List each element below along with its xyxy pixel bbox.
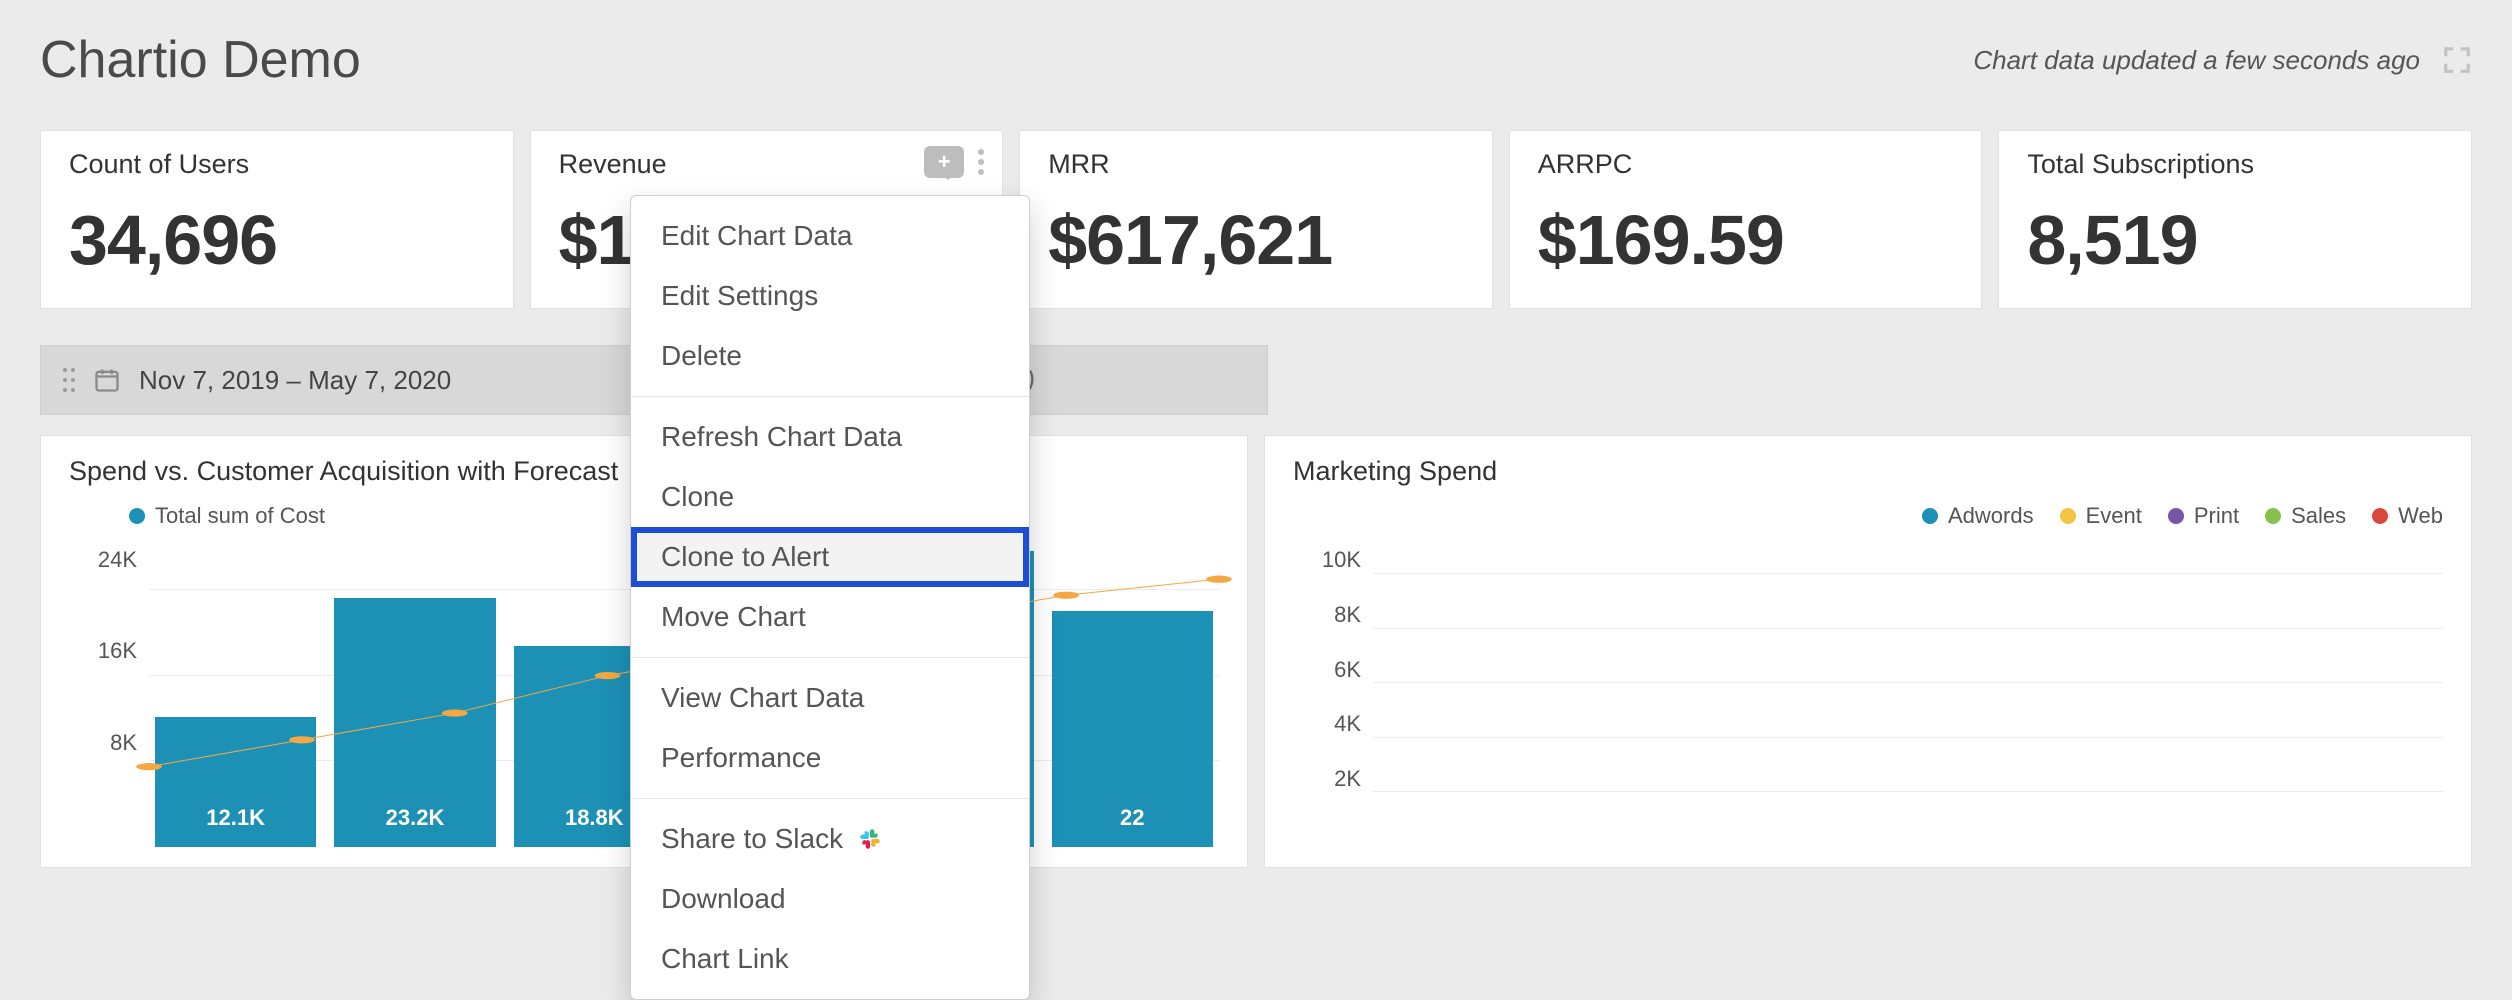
y-tick: 10K: [1322, 547, 1361, 573]
chart-marketing-spend[interactable]: Marketing Spend Adwords Event Print Sale…: [1264, 435, 2472, 868]
fullscreen-icon[interactable]: [2442, 45, 2472, 75]
kpi-card-mrr[interactable]: MRR $617,621: [1019, 130, 1493, 309]
y-tick: 16K: [98, 638, 137, 664]
legend-dot-icon: [2265, 508, 2281, 524]
kpi-label: Total Subscriptions: [2027, 149, 2443, 180]
menu-move-chart[interactable]: Move Chart: [631, 587, 1029, 647]
kpi-label: ARRPC: [1538, 149, 1954, 180]
y-tick: 24K: [98, 547, 137, 573]
y-tick: 6K: [1334, 657, 1361, 683]
drag-handle-icon[interactable]: [63, 368, 75, 392]
add-comment-icon[interactable]: +: [924, 146, 964, 178]
kpi-value: $617,621: [1048, 200, 1464, 280]
legend-label: Event: [2086, 503, 2142, 529]
menu-edit-chart-data[interactable]: Edit Chart Data: [631, 206, 1029, 266]
legend-label: Print: [2194, 503, 2239, 529]
legend-dot-icon: [129, 508, 145, 524]
menu-clone[interactable]: Clone: [631, 467, 1029, 527]
kebab-menu-icon[interactable]: [974, 145, 988, 179]
legend-label: Web: [2398, 503, 2443, 529]
menu-label: Share to Slack: [661, 823, 843, 855]
y-tick: 8K: [1334, 602, 1361, 628]
chart-updated-note: Chart data updated a few seconds ago: [1973, 45, 2420, 76]
chart-title: Marketing Spend: [1293, 456, 2443, 487]
y-tick: 2K: [1334, 766, 1361, 792]
menu-view-data[interactable]: View Chart Data: [631, 668, 1029, 728]
kpi-label: Revenue: [559, 149, 975, 180]
menu-edit-settings[interactable]: Edit Settings: [631, 266, 1029, 326]
menu-refresh[interactable]: Refresh Chart Data: [631, 407, 1029, 467]
y-tick: 8K: [110, 730, 137, 756]
kpi-label: MRR: [1048, 149, 1464, 180]
y-tick: 4K: [1334, 711, 1361, 737]
slack-icon: [857, 826, 883, 852]
legend-dot-icon: [2060, 508, 2076, 524]
page-title: Chartio Demo: [40, 30, 361, 90]
kpi-card-users[interactable]: Count of Users 34,696: [40, 130, 514, 309]
legend-dot-icon: [2168, 508, 2184, 524]
menu-share-slack[interactable]: Share to Slack: [631, 809, 1029, 869]
menu-download[interactable]: Download: [631, 869, 1029, 929]
legend-dot-icon: [2372, 508, 2388, 524]
kpi-value: 8,519: [2027, 200, 2443, 280]
kpi-card-arrpc[interactable]: ARRPC $169.59: [1509, 130, 1983, 309]
legend-label: Sales: [2291, 503, 2346, 529]
legend-label: Adwords: [1948, 503, 2034, 529]
kpi-value: $169.59: [1538, 200, 1954, 280]
date-range-text: Nov 7, 2019 – May 7, 2020: [139, 365, 451, 396]
legend-dot-icon: [1922, 508, 1938, 524]
menu-performance[interactable]: Performance: [631, 728, 1029, 788]
menu-clone-to-alert[interactable]: Clone to Alert: [631, 527, 1029, 587]
date-range-filter[interactable]: Nov 7, 2019 – May 7, 2020: [40, 345, 646, 415]
chart-context-menu: Edit Chart Data Edit Settings Delete Ref…: [630, 195, 1030, 1000]
calendar-icon: [93, 366, 121, 394]
legend-label: Total sum of Cost: [155, 503, 325, 529]
kpi-label: Count of Users: [69, 149, 485, 180]
menu-delete[interactable]: Delete: [631, 326, 1029, 386]
menu-chart-link[interactable]: Chart Link: [631, 929, 1029, 989]
kpi-value: 34,696: [69, 200, 485, 280]
kpi-card-subs[interactable]: Total Subscriptions 8,519: [1998, 130, 2472, 309]
